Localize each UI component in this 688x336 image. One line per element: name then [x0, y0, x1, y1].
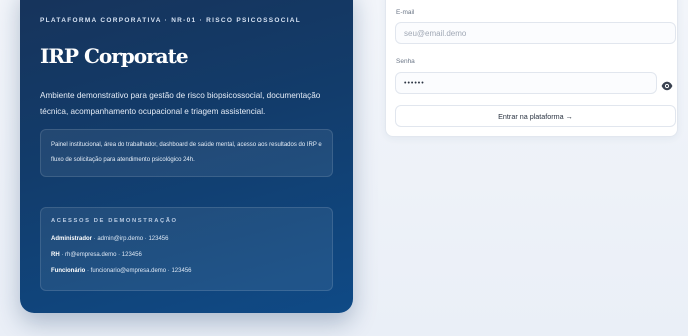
hero-kicker: PLATAFORMA CORPORATIVA · NR-01 · RISCO P… [40, 17, 302, 24]
demo-access-box: ACESSOS DE DEMONSTRAÇÃO Administrador · … [40, 207, 333, 291]
demo-account-details: · rh@empresa.demo · 123456 [59, 252, 142, 258]
demo-account-role: Funcionário [51, 268, 86, 274]
email-label: E-mail [396, 9, 415, 16]
hero-card: PLATAFORMA CORPORATIVA · NR-01 · RISCO P… [20, 0, 353, 313]
eye-icon[interactable] [661, 78, 673, 91]
password-field[interactable] [395, 72, 657, 94]
hero-title: IRP Corporate [40, 44, 189, 68]
hero-description: Ambiente demonstrativo para gestão de ri… [40, 91, 321, 116]
password-label: Senha [396, 58, 415, 65]
email-field[interactable] [395, 22, 676, 44]
demo-account-employee: Funcionário · funcionario@empresa.demo ·… [51, 263, 322, 279]
demo-account-role: Administrador [51, 236, 93, 242]
login-submit-button[interactable]: Entrar na plataforma → [395, 105, 676, 127]
demo-account-details: · funcionario@empresa.demo · 123456 [85, 268, 192, 274]
demo-account-role: RH [51, 252, 60, 258]
demo-account-details: · admin@irp.demo · 123456 [92, 236, 169, 242]
demo-account-admin: Administrador · admin@irp.demo · 123456 [51, 231, 322, 247]
demo-access-heading: ACESSOS DE DEMONSTRAÇÃO [51, 218, 178, 224]
demo-account-rh: RH · rh@empresa.demo · 123456 [51, 247, 322, 263]
info-box: Painel institucional, área do trabalhado… [40, 129, 333, 177]
eye-icon-glyph [661, 81, 673, 91]
login-panel: E-mail Senha Entrar na plataforma → [385, 0, 678, 137]
